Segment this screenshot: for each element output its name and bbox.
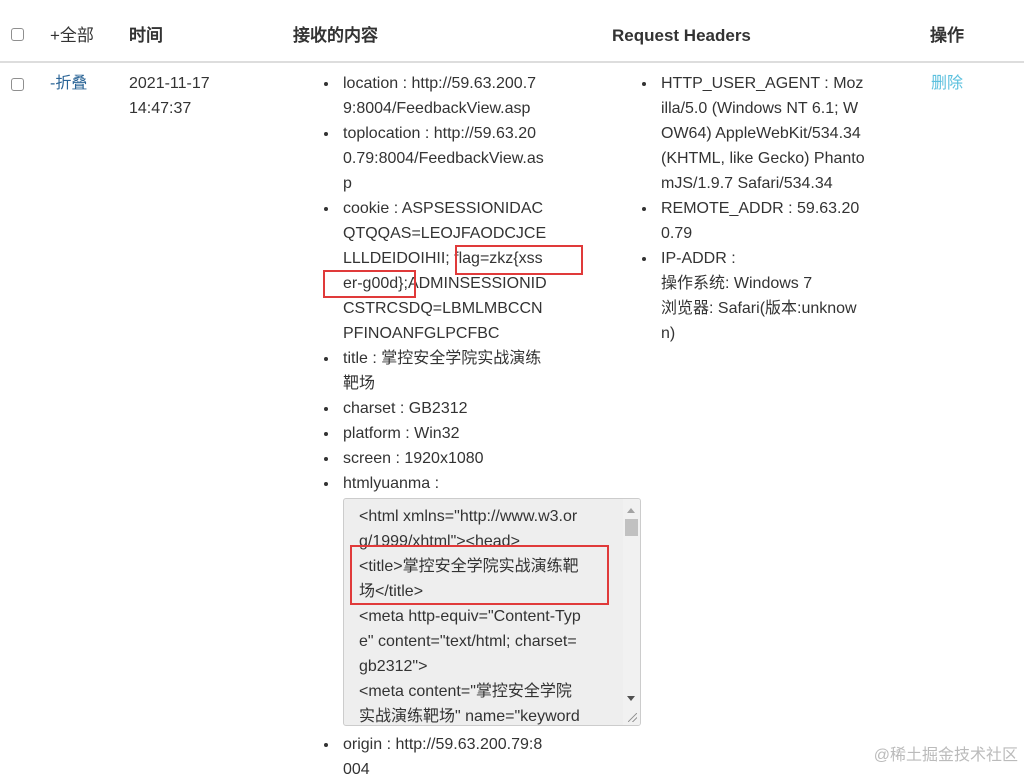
header-line: mJS/1.9.7 Safari/534.34 <box>661 175 833 192</box>
header-item-user-agent: HTTP_USER_AGENT : Moz illa/5.0 (Windows … <box>657 71 907 196</box>
content-line: title : 掌控安全学院实战演练 <box>343 350 542 367</box>
request-headers-list: HTTP_USER_AGENT : Moz illa/5.0 (Windows … <box>641 71 907 346</box>
content-item-platform: platform : Win32 <box>339 421 599 446</box>
content-item-cookie: cookie : ASPSESSIONIDAC QTQQAS=LEOJFAODC… <box>339 196 599 346</box>
code-line: e" content="text/html; charset= <box>359 633 577 650</box>
code-line: <meta http-equiv="Content-Typ <box>359 608 581 625</box>
content-column-header: 接收的内容 <box>293 26 378 45</box>
code-line: 场</title> <box>359 583 424 600</box>
received-content-list: location : http://59.63.200.7 9:8004/Fee… <box>323 71 641 782</box>
content-line: 靶场 <box>343 375 376 392</box>
header-line: (KHTML, like Gecko) Phanto <box>661 150 865 167</box>
select-all-checkbox[interactable] <box>11 28 24 41</box>
header-line: 操作系统: Windows 7 <box>661 275 813 292</box>
content-line: platform : Win32 <box>343 425 460 442</box>
content-line: cookie : ASPSESSIONIDAC <box>343 200 544 217</box>
header-line: illa/5.0 (Windows NT 6.1; W <box>661 100 859 117</box>
content-line: location : http://59.63.200.7 <box>343 75 537 92</box>
content-line: origin : http://59.63.200.79:8 <box>343 736 543 753</box>
actions-column-header: 操作 <box>930 26 964 45</box>
record-time: 14:47:37 <box>129 100 192 117</box>
code-line: <meta content="掌控安全学院 <box>359 683 572 700</box>
row-divider <box>0 62 1024 63</box>
content-item-origin: origin : http://59.63.200.79:8 004 <box>339 732 599 782</box>
table-header: +全部 时间 接收的内容 Request Headers 操作 <box>0 0 1024 63</box>
content-line: screen : 1920x1080 <box>343 450 484 467</box>
content-line: charset : GB2312 <box>343 400 468 417</box>
scroll-thumb[interactable] <box>625 519 638 536</box>
collapse-link[interactable]: -折叠 <box>50 71 87 96</box>
textarea-scrollbar[interactable] <box>623 499 640 725</box>
code-line: 实战演练靶场" name="keyword <box>359 708 580 725</box>
content-line: CSTRCSDQ=LBMLMBCCN <box>343 300 543 317</box>
code-line: gb2312"> <box>359 658 428 675</box>
scroll-down-arrow-icon[interactable] <box>627 696 635 701</box>
content-item-screen: screen : 1920x1080 <box>339 446 599 471</box>
code-line: g/1999/xhtml"><head> <box>359 533 520 550</box>
content-line: toplocation : http://59.63.20 <box>343 125 537 142</box>
row-select-checkbox[interactable] <box>11 78 24 91</box>
content-line: 9:8004/FeedbackView.asp <box>343 100 531 117</box>
header-line: HTTP_USER_AGENT : Moz <box>661 75 864 92</box>
header-line: REMOTE_ADDR : 59.63.20 <box>661 200 860 217</box>
content-line: htmlyuanma : <box>343 475 440 492</box>
watermark: @稀土掘金技术社区 <box>873 747 1018 764</box>
header-item-remote-addr: REMOTE_ADDR : 59.63.20 0.79 <box>657 196 907 246</box>
code-line: <html xmlns="http://www.w3.or <box>359 508 578 525</box>
content-item-charset: charset : GB2312 <box>339 396 599 421</box>
content-line: p <box>343 175 352 192</box>
header-line: IP-ADDR : <box>661 250 736 267</box>
htmlyuanma-code: <html xmlns="http://www.w3.or g/1999/xht… <box>359 504 621 725</box>
record-date: 2021-11-17 <box>129 75 210 92</box>
header-line: 浏览器: Safari(版本:unknow <box>661 300 857 317</box>
delete-link[interactable]: 删除 <box>931 71 963 96</box>
htmlyuanma-textarea[interactable]: <html xmlns="http://www.w3.or g/1999/xht… <box>343 498 641 726</box>
header-line: n) <box>661 325 676 342</box>
content-line: QTQQAS=LEOJFAODCJCE <box>343 225 547 242</box>
scroll-up-arrow-icon[interactable] <box>627 508 635 513</box>
request-headers-column-header: Request Headers <box>612 26 751 45</box>
expand-all-link[interactable]: +全部 <box>50 25 94 47</box>
content-line: PFINOANFGLPCFBC <box>343 325 500 342</box>
content-line: er-g00d};ADMINSESSIONID <box>343 275 547 292</box>
header-line: OW64) AppleWebKit/534.34 <box>661 125 861 142</box>
header-line: 0.79 <box>661 225 693 242</box>
code-line: <title>掌控安全学院实战演练靶 <box>359 558 579 575</box>
resize-grip-icon[interactable] <box>628 713 637 722</box>
content-item-location: location : http://59.63.200.7 9:8004/Fee… <box>339 71 599 121</box>
content-line: LLLDEIDOIHII; flag=zkz{xss <box>343 250 543 267</box>
header-item-ip-addr: IP-ADDR : 操作系统: Windows 7 浏览器: Safari(版本… <box>657 246 907 346</box>
time-column-header: 时间 <box>129 26 163 45</box>
content-item-toplocation: toplocation : http://59.63.20 0.79:8004/… <box>339 121 599 196</box>
content-item-htmlyuanma: htmlyuanma : <html xmlns="http://www.w3.… <box>339 471 641 726</box>
content-item-title: title : 掌控安全学院实战演练 靶场 <box>339 346 599 396</box>
content-line: 0.79:8004/FeedbackView.as <box>343 150 544 167</box>
